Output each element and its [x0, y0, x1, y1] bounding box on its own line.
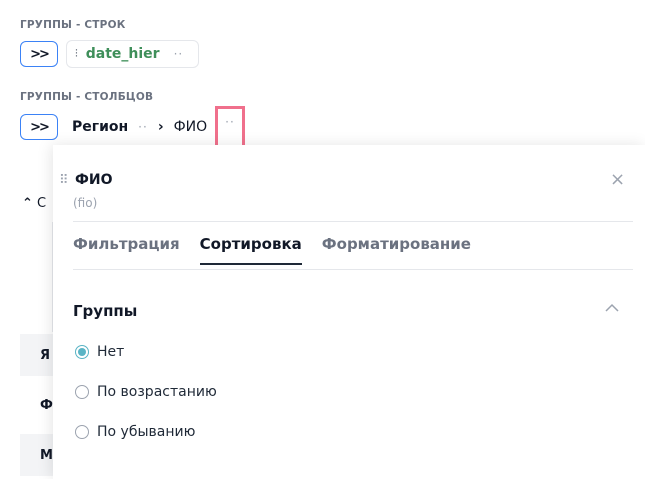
row-groups-expand-button[interactable]: >> — [20, 41, 58, 67]
groups-section-title: Группы — [73, 302, 138, 320]
tab-formatting[interactable]: Форматирование — [322, 235, 471, 265]
panel-title: ФИО — [75, 172, 113, 188]
col-groups-label: ГРУППЫ - СТОЛБЦОВ — [20, 91, 154, 103]
row-group-name: date_hier — [85, 46, 160, 62]
chevron-right-icon: › — [157, 119, 164, 135]
field-settings-panel: ⠿ ФИО (fio) × Фильтрация Сортировка Форм… — [53, 145, 645, 479]
row-groups-label: ГРУППЫ - СТРОК — [20, 19, 126, 31]
sort-option-descending[interactable]: По убыванию — [75, 424, 195, 440]
radio-button[interactable] — [75, 345, 89, 359]
panel-subtitle: (fio) — [73, 196, 98, 210]
divider — [73, 221, 633, 222]
divider — [73, 269, 633, 270]
col-group-region[interactable]: Регион — [72, 119, 128, 135]
fio-menu-icon[interactable]: ·· — [225, 115, 235, 129]
radio-button[interactable] — [75, 385, 89, 399]
chevron-up-icon: ⌃ — [22, 196, 33, 211]
collapse-toggle[interactable]: ⌃ С — [22, 196, 46, 211]
sort-option-label: Нет — [97, 344, 125, 360]
col-groups-expand-button[interactable]: >> — [20, 114, 58, 140]
sort-option-label: По убыванию — [97, 424, 196, 440]
region-menu-icon[interactable]: ·· — [138, 120, 148, 134]
row-group-chip[interactable]: ⫶ date_hier ·· — [66, 40, 199, 68]
sort-option-none[interactable]: Нет — [75, 344, 124, 360]
drag-handle-icon[interactable]: ⠿ — [59, 173, 69, 188]
sort-option-label: По возрастанию — [97, 384, 217, 400]
sort-option-ascending[interactable]: По возрастанию — [75, 384, 217, 400]
close-icon[interactable]: × — [610, 169, 625, 190]
col-group-fio[interactable]: ФИО — [174, 119, 208, 135]
chevron-up-icon[interactable] — [605, 303, 619, 313]
panel-tabs: Фильтрация Сортировка Форматирование — [73, 235, 471, 265]
radio-button[interactable] — [75, 425, 89, 439]
collapse-letter: С — [37, 196, 47, 211]
hierarchy-icon: ⫶ — [75, 47, 78, 60]
tab-sorting[interactable]: Сортировка — [199, 235, 302, 265]
tab-filtering[interactable]: Фильтрация — [73, 235, 180, 265]
col-groups-row: Регион ·· › ФИО — [72, 114, 207, 140]
row-group-menu-icon[interactable]: ·· — [174, 47, 184, 61]
